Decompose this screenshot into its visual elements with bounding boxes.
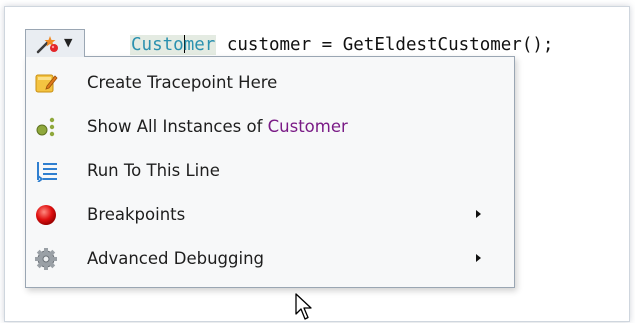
mouse-pointer-icon [295,293,312,320]
tracepoint-icon [35,74,58,93]
type-name-highlight: Customer [267,117,348,136]
editor-window: Customer customer = GetEldestCustomer();… [4,6,630,322]
instances-icon [36,117,55,137]
wand-icon [36,36,58,54]
menu-item-create-tracepoint[interactable]: Create Tracepoint Here [26,63,514,103]
type-name[interactable]: Customer [130,35,217,55]
chevron-down-icon: ▼ [64,36,73,49]
run-to-line-icon [37,162,57,182]
submenu-arrow-icon [476,210,481,218]
menu-item-advanced-debugging[interactable]: Advanced Debugging [26,239,514,279]
submenu-arrow-icon [476,254,481,262]
menu-item-run-to-this-line[interactable]: Run To This Line [26,151,514,191]
menu-item-show-all-instances[interactable]: Show All Instances of Customer [26,107,514,147]
code-statement: customer = GetEldestCustomer(); [216,35,554,55]
menu-item-label: Show All Instances of Customer [87,117,348,136]
context-menu: Create Tracepoint Here Show All Instance… [25,56,515,288]
smart-tag-button[interactable]: ▼ [25,29,85,57]
code-line[interactable]: Customer customer = GetEldestCustomer(); [130,34,553,56]
menu-item-label: Create Tracepoint Here [87,73,278,92]
breakpoint-icon [36,205,56,225]
menu-item-breakpoints[interactable]: Breakpoints [26,195,514,235]
gear-icon [35,248,57,270]
menu-item-label: Advanced Debugging [87,249,264,268]
menu-item-label: Run To This Line [87,161,220,180]
menu-item-label: Breakpoints [87,205,186,224]
